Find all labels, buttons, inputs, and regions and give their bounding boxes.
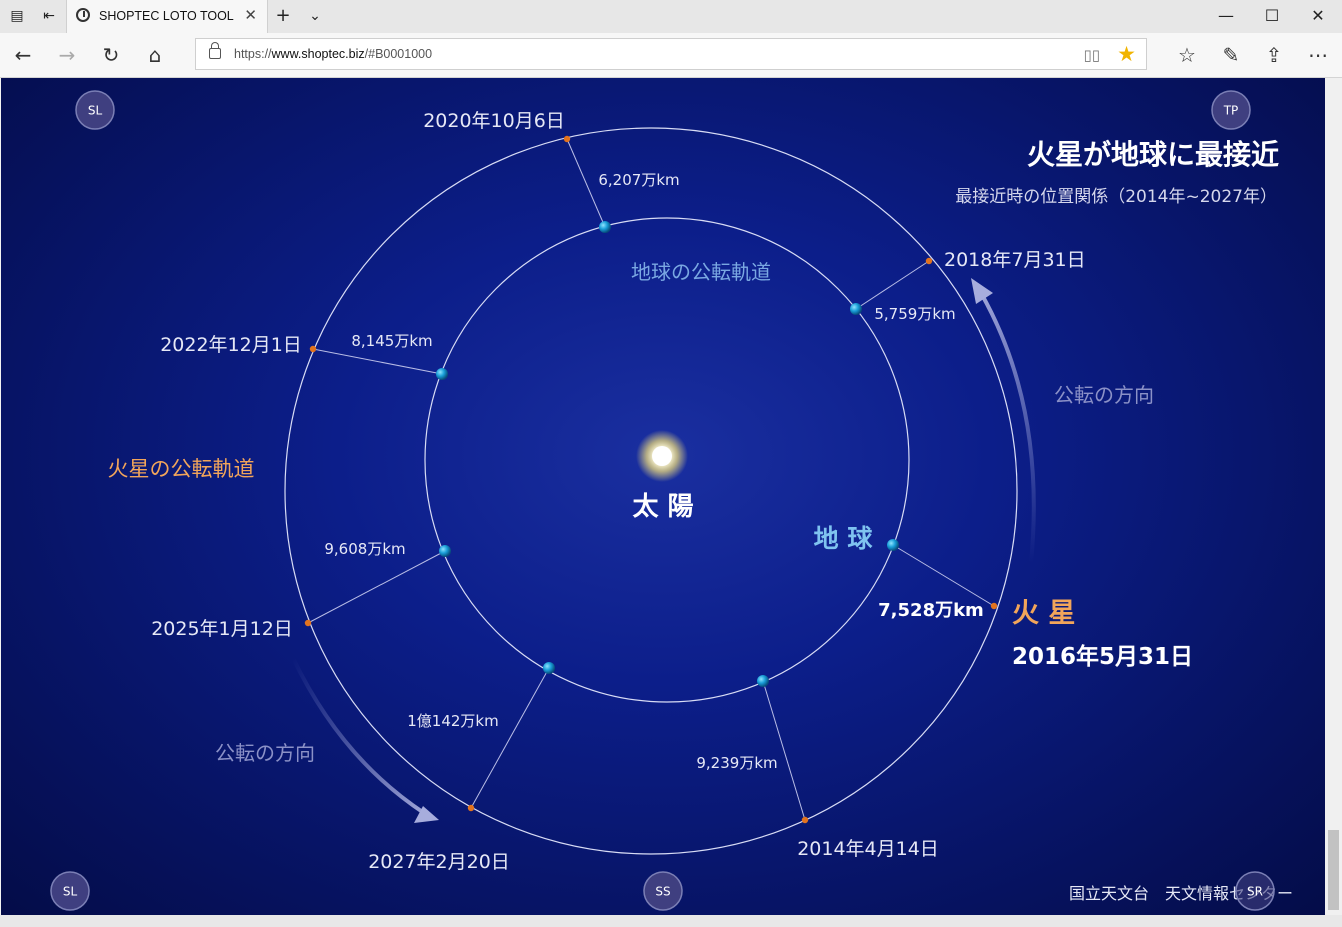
address-bar[interactable]: https://www.shoptec.biz/#B0001000 ▯▯ ★ [195, 38, 1147, 70]
mars-position-2018 [925, 257, 933, 265]
date-2020: 2020年10月6日 [423, 110, 565, 132]
earth-position-2027 [543, 662, 555, 674]
date-2022: 2022年12月1日 [160, 334, 302, 356]
earth-orbit-label: 地球の公転軌道 [631, 260, 771, 284]
corner-button-bottom-center[interactable]: SS [643, 871, 683, 911]
reading-view-icon[interactable]: ▯▯ [1083, 46, 1100, 64]
direction-label-right: 公転の方向 [1054, 383, 1154, 407]
approach-line [312, 348, 443, 375]
distance-2016: 7,528万km [878, 600, 984, 621]
navigation-bar: ← → ↻ ⌂ https://www.shoptec.biz/#B000100… [0, 33, 1342, 78]
forward-icon[interactable]: → [52, 41, 82, 69]
diagram-subtitle: 最接近時の位置関係（2014年~2027年） [955, 187, 1277, 207]
earth-position-2020 [599, 221, 611, 233]
approach-line [470, 667, 550, 809]
tab-actions-icon[interactable]: ▤ [8, 7, 26, 25]
mars-position-2022 [309, 345, 317, 353]
svg-text:SR: SR [1247, 885, 1263, 899]
distance-2027: 1億142万km [407, 712, 498, 730]
favorite-star-icon[interactable]: ★ [1117, 42, 1136, 66]
date-2018: 2018年7月31日 [944, 249, 1086, 271]
earth-label: 地 球 [814, 524, 874, 553]
refresh-icon[interactable]: ↻ [96, 41, 126, 69]
approach-line [855, 260, 930, 310]
approach-line [762, 680, 806, 821]
mars-orbit-label: 火星の公転軌道 [108, 457, 255, 481]
earth-position-2014 [757, 675, 769, 687]
earth-position-2022 [436, 368, 448, 380]
direction-label-left: 公転の方向 [215, 741, 315, 765]
svg-text:SL: SL [63, 885, 78, 899]
more-menu-icon[interactable]: ⋯ [1303, 41, 1333, 69]
earth-position-2018 [850, 303, 862, 315]
svg-text:SS: SS [655, 885, 670, 899]
mars-position-2014 [801, 816, 809, 824]
distance-2022: 8,145万km [351, 332, 432, 350]
minimize-button[interactable]: — [1203, 4, 1249, 28]
favorites-icon[interactable]: ☆ [1172, 41, 1202, 69]
direction-arrow-left [291, 657, 426, 815]
url-text: https://www.shoptec.biz/#B0001000 [234, 47, 433, 61]
orbit-diagram: 火星が地球に最接近 最接近時の位置関係（2014年~2027年） 太 陽 地 球… [50, 90, 1313, 911]
mars-position-2025 [304, 619, 312, 627]
distance-2025: 9,608万km [324, 540, 405, 558]
set-aside-tabs-icon[interactable]: ⇤ [40, 7, 58, 25]
corner-button-top-right[interactable]: TP [1211, 90, 1251, 130]
earth-position-2025 [439, 545, 451, 557]
share-icon[interactable]: ⇪ [1259, 41, 1289, 69]
date-2016: 2016年5月31日 [1012, 643, 1193, 670]
notes-pen-icon[interactable]: ✎ [1216, 41, 1246, 69]
date-2027: 2027年2月20日 [368, 851, 510, 873]
approach-line [307, 550, 446, 624]
tab-bar: ▤ ⇤ SHOPTEC LOTO TOOL ✕ + ⌄ — ☐ ✕ [0, 0, 1342, 33]
new-tab-icon[interactable]: + [274, 7, 292, 25]
maximize-button[interactable]: ☐ [1249, 4, 1295, 28]
corner-button-top-left[interactable]: SL [75, 90, 115, 130]
home-icon[interactable]: ⌂ [140, 41, 170, 69]
scrollbar-thumb[interactable] [1328, 830, 1339, 910]
direction-arrowhead-right [971, 278, 993, 304]
distance-2018: 5,759万km [874, 305, 955, 323]
tab-list-chevron-icon[interactable]: ⌄ [306, 7, 324, 25]
earth-position-2016 [887, 539, 899, 551]
sun-label: 太 陽 [632, 492, 693, 522]
corner-button-bottom-right[interactable]: SR [1235, 871, 1275, 911]
approach-line [892, 544, 995, 607]
back-icon[interactable]: ← [8, 41, 38, 69]
svg-text:SL: SL [88, 104, 103, 118]
lock-icon [209, 42, 221, 59]
corner-button-bottom-left[interactable]: SL [50, 871, 90, 911]
tab-active[interactable]: SHOPTEC LOTO TOOL ✕ [66, 0, 268, 33]
mars-label: 火 星 [1012, 598, 1075, 629]
sun-icon [652, 446, 672, 466]
distance-2020: 6,207万km [598, 171, 679, 189]
page-loading-icon [76, 8, 90, 22]
date-2014: 2014年4月14日 [797, 838, 939, 860]
horizontal-scrollbar[interactable] [0, 915, 1342, 927]
direction-arrow-right [979, 292, 1036, 564]
tab-title: SHOPTEC LOTO TOOL [99, 9, 234, 23]
diagram-title: 火星が地球に最接近 [1027, 138, 1279, 171]
mars-position-2027 [467, 804, 475, 812]
distance-2014: 9,239万km [696, 754, 777, 772]
page-content: 火星が地球に最接近 最接近時の位置関係（2014年~2027年） 太 陽 地 球… [1, 78, 1325, 915]
svg-text:TP: TP [1223, 104, 1239, 118]
close-tab-icon[interactable]: ✕ [244, 6, 257, 24]
vertical-scrollbar[interactable] [1325, 78, 1342, 915]
mars-position-2016 [990, 602, 998, 610]
close-window-button[interactable]: ✕ [1295, 4, 1341, 28]
mars-position-2020 [563, 135, 571, 143]
date-2025: 2025年1月12日 [151, 618, 293, 640]
